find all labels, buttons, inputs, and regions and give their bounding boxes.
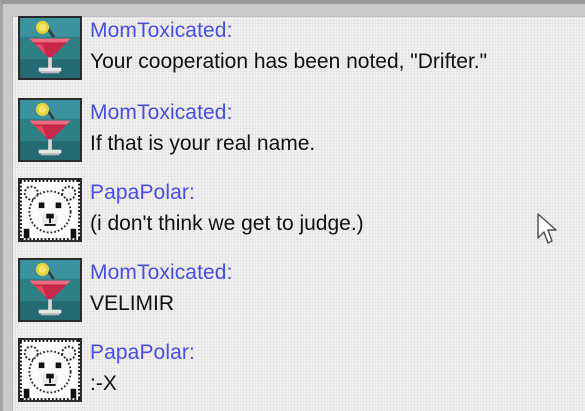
polar-bear-icon [18, 338, 82, 402]
sender-name: MomToxicated: [90, 261, 233, 284]
chat-message: MomToxicated: VELIMIR [12, 258, 585, 328]
chat-log[interactable]: MomToxicated: Your cooperation has been … [12, 16, 585, 411]
message-text: Your cooperation has been noted, "Drifte… [90, 50, 488, 73]
message-text: (i don't think we get to judge.) [90, 212, 364, 235]
chat-message: PapaPolar: :-X [12, 338, 585, 408]
mouse-pointer-icon [537, 213, 557, 244]
sender-name: MomToxicated: [90, 19, 233, 42]
cocktail-icon [18, 16, 82, 80]
chat-message: MomToxicated: Your cooperation has been … [12, 16, 585, 86]
cocktail-icon [18, 258, 82, 322]
polar-bear-icon [18, 178, 82, 242]
message-text: :-X [90, 372, 117, 395]
sender-name: PapaPolar: [90, 181, 195, 204]
chat-message: PapaPolar: (i don't think we get to judg… [12, 178, 585, 248]
chat-message: MomToxicated: If that is your real name. [12, 98, 585, 168]
message-text: VELIMIR [90, 292, 175, 315]
sender-name: PapaPolar: [90, 341, 195, 364]
message-text: If that is your real name. [90, 132, 316, 155]
sender-name: MomToxicated: [90, 101, 233, 124]
cocktail-icon [18, 98, 82, 162]
